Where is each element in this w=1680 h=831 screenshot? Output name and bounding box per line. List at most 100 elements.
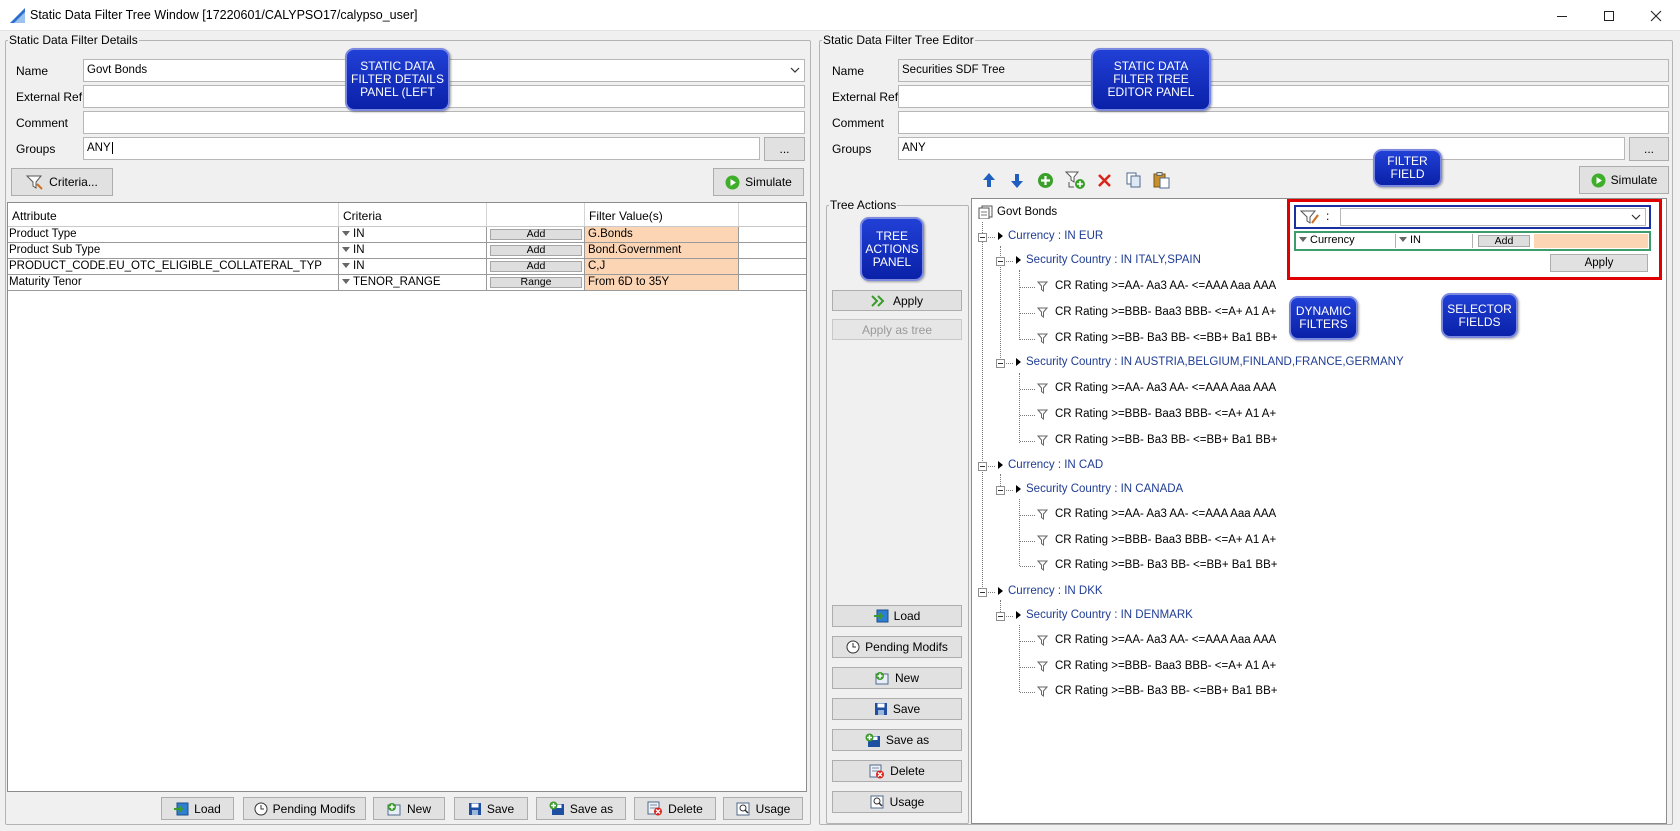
comment-input[interactable] bbox=[83, 111, 805, 134]
delete-button-left[interactable]: Delete bbox=[634, 797, 716, 820]
save-as-button-right[interactable]: Save as bbox=[832, 729, 962, 751]
tree-node-rating[interactable]: CR Rating >=AA- Aa3 AA- <=AAA Aaa AAA bbox=[1037, 634, 1276, 646]
pending-modifs-button-right[interactable]: Pending Modifs bbox=[832, 636, 962, 658]
minimize-button[interactable] bbox=[1539, 0, 1585, 31]
tree-external-ref-input[interactable] bbox=[898, 85, 1669, 108]
tree-node-country[interactable]: Security Country : IN CANADA bbox=[1016, 483, 1183, 495]
apply-as-tree-button[interactable]: Apply as tree bbox=[832, 319, 962, 340]
criteria-cell[interactable]: IN bbox=[339, 243, 487, 258]
maximize-button[interactable] bbox=[1586, 0, 1632, 31]
collapse-toggle[interactable] bbox=[996, 257, 1005, 266]
new-label: New bbox=[894, 671, 919, 685]
col-filter-values-header[interactable]: Filter Value(s) bbox=[585, 203, 739, 226]
groups-input[interactable]: ANY bbox=[83, 137, 760, 160]
criteria-cell[interactable]: IN bbox=[339, 259, 487, 274]
filter-apply-button[interactable]: Apply bbox=[1550, 254, 1648, 272]
tree-node-rating[interactable]: CR Rating >=AA- Aa3 AA- <=AAA Aaa AAA bbox=[1037, 280, 1276, 292]
tree-node-rating[interactable]: CR Rating >=BB- Ba3 BB- <=BB+ Ba1 BB+ bbox=[1037, 559, 1277, 571]
close-button[interactable] bbox=[1633, 0, 1679, 31]
pending-modifs-button-left[interactable]: Pending Modifs bbox=[243, 797, 366, 820]
tree-node-country[interactable]: Security Country : IN ITALY,SPAIN bbox=[1016, 254, 1201, 266]
add-value-button[interactable]: Add bbox=[490, 261, 582, 272]
tree-node-currency-cad[interactable]: Currency : IN CAD bbox=[998, 459, 1103, 471]
tree-node-rating[interactable]: CR Rating >=AA- Aa3 AA- <=AAA Aaa AAA bbox=[1037, 508, 1276, 520]
rating-label: CR Rating >=BBB- Baa3 BBB- <=A+ A1 A+ bbox=[1055, 660, 1277, 672]
filter-value-cell[interactable]: C,J bbox=[585, 259, 739, 274]
col-criteria-header[interactable]: Criteria bbox=[339, 203, 487, 226]
add-child-icon[interactable] bbox=[1065, 171, 1086, 190]
paste-icon[interactable] bbox=[1153, 172, 1170, 189]
simulate-button-left[interactable]: Simulate bbox=[713, 168, 804, 196]
delete-node-icon[interactable] bbox=[1097, 173, 1112, 188]
tree-node-rating[interactable]: CR Rating >=AA- Aa3 AA- <=AAA Aaa AAA bbox=[1037, 382, 1276, 394]
load-button-left[interactable]: Load bbox=[161, 797, 234, 820]
criteria-cell[interactable]: IN bbox=[339, 227, 487, 242]
tree-node-rating[interactable]: CR Rating >=BB- Ba3 BB- <=BB+ Ba1 BB+ bbox=[1037, 332, 1277, 344]
tree-node-currency-eur[interactable]: Currency : IN EUR bbox=[998, 230, 1103, 242]
usage-button-right[interactable]: Usage bbox=[832, 791, 962, 813]
selector-value-cell[interactable] bbox=[1534, 234, 1648, 248]
filter-value-cell[interactable]: Bond.Government bbox=[585, 243, 739, 258]
collapse-toggle[interactable] bbox=[978, 588, 987, 597]
tree-node-rating[interactable]: CR Rating >=BBB- Baa3 BBB- <=A+ A1 A+ bbox=[1037, 660, 1276, 672]
tree-groups-input[interactable]: ANY bbox=[898, 137, 1625, 160]
save-button-right[interactable]: Save bbox=[832, 698, 962, 720]
simulate-button-right[interactable]: Simulate bbox=[1579, 166, 1669, 194]
delete-button-right[interactable]: Delete bbox=[832, 760, 962, 782]
move-down-icon[interactable] bbox=[1010, 173, 1024, 189]
filter-value-cell[interactable]: G.Bonds bbox=[585, 227, 739, 242]
tree-node-country[interactable]: Security Country : IN AUSTRIA,BELGIUM,FI… bbox=[1016, 356, 1404, 368]
tree-comment-input[interactable] bbox=[898, 111, 1669, 134]
table-row[interactable]: Maturity Tenor TENOR_RANGE Range From 6D… bbox=[8, 275, 806, 291]
collapse-toggle[interactable] bbox=[978, 462, 987, 471]
tree-node-rating[interactable]: CR Rating >=BBB- Baa3 BBB- <=A+ A1 A+ bbox=[1037, 534, 1276, 546]
save-as-button-left[interactable]: Save as bbox=[536, 797, 626, 820]
criteria-cell[interactable]: TENOR_RANGE bbox=[339, 275, 487, 290]
tree-comment-label: Comment bbox=[832, 116, 885, 130]
criteria-value: TENOR_RANGE bbox=[353, 276, 441, 288]
tree-node-currency-dkk[interactable]: Currency : IN DKK bbox=[998, 585, 1103, 597]
tree-node-rating[interactable]: CR Rating >=BBB- Baa3 BBB- <=A+ A1 A+ bbox=[1037, 408, 1276, 420]
tree-line bbox=[1020, 389, 1035, 390]
filter-field-combo[interactable] bbox=[1340, 208, 1646, 226]
col-attribute-header[interactable]: Attribute bbox=[8, 203, 339, 226]
tree-node-rating[interactable]: CR Rating >=BBB- Baa3 BBB- <=A+ A1 A+ bbox=[1037, 306, 1276, 318]
tree-node-rating[interactable]: CR Rating >=BB- Ba3 BB- <=BB+ Ba1 BB+ bbox=[1037, 685, 1277, 697]
groups-ellipsis-button[interactable]: ... bbox=[764, 137, 805, 161]
usage-button-left[interactable]: Usage bbox=[723, 797, 803, 820]
tree-groups-label: Groups bbox=[832, 142, 872, 156]
add-value-button[interactable]: Add bbox=[490, 245, 582, 256]
range-button[interactable]: Range bbox=[490, 277, 582, 288]
collapse-toggle[interactable] bbox=[996, 486, 1005, 495]
selector-add-button[interactable]: Add bbox=[1478, 235, 1530, 247]
tree-name-input[interactable]: Securities SDF Tree bbox=[898, 59, 1669, 82]
filter-colon: : bbox=[1326, 209, 1330, 223]
collapse-toggle[interactable] bbox=[996, 359, 1005, 368]
table-row[interactable]: Product Type IN Add G.Bonds bbox=[8, 227, 806, 243]
collapse-toggle[interactable] bbox=[996, 612, 1005, 621]
tree-node-rating[interactable]: CR Rating >=BB- Ba3 BB- <=BB+ Ba1 BB+ bbox=[1037, 434, 1277, 446]
tree-node-country[interactable]: Security Country : IN DENMARK bbox=[1016, 609, 1193, 621]
tree-line bbox=[1019, 625, 1020, 692]
tree-groups-ellipsis-button[interactable]: ... bbox=[1629, 137, 1669, 161]
filter-value-cell[interactable]: From 6D to 35Y bbox=[585, 275, 739, 290]
selector-criteria-value: IN bbox=[1410, 234, 1421, 246]
criteria-button[interactable]: Criteria... bbox=[11, 168, 113, 196]
tree-root-node[interactable]: Govt Bonds bbox=[978, 205, 1057, 219]
apply-button[interactable]: Apply bbox=[832, 290, 962, 311]
save-button-left[interactable]: Save bbox=[454, 797, 528, 820]
col-action-header[interactable] bbox=[487, 203, 585, 226]
table-row[interactable]: PRODUCT_CODE.EU_OTC_ELIGIBLE_COLLATERAL_… bbox=[8, 259, 806, 275]
new-button-right[interactable]: New bbox=[832, 667, 962, 689]
external-ref-label: External Ref. bbox=[16, 90, 86, 104]
selector-criteria-combo[interactable]: IN bbox=[1397, 234, 1473, 248]
add-value-button[interactable]: Add bbox=[490, 229, 582, 240]
load-button-right[interactable]: Load bbox=[832, 605, 962, 627]
copy-icon[interactable] bbox=[1126, 172, 1142, 188]
table-row[interactable]: Product Sub Type IN Add Bond.Government bbox=[8, 243, 806, 259]
selector-attribute-combo[interactable]: Currency bbox=[1297, 234, 1396, 248]
add-node-icon[interactable] bbox=[1037, 172, 1054, 189]
move-up-icon[interactable] bbox=[982, 172, 996, 188]
collapse-toggle[interactable] bbox=[978, 233, 987, 242]
new-button-left[interactable]: New bbox=[373, 797, 445, 820]
